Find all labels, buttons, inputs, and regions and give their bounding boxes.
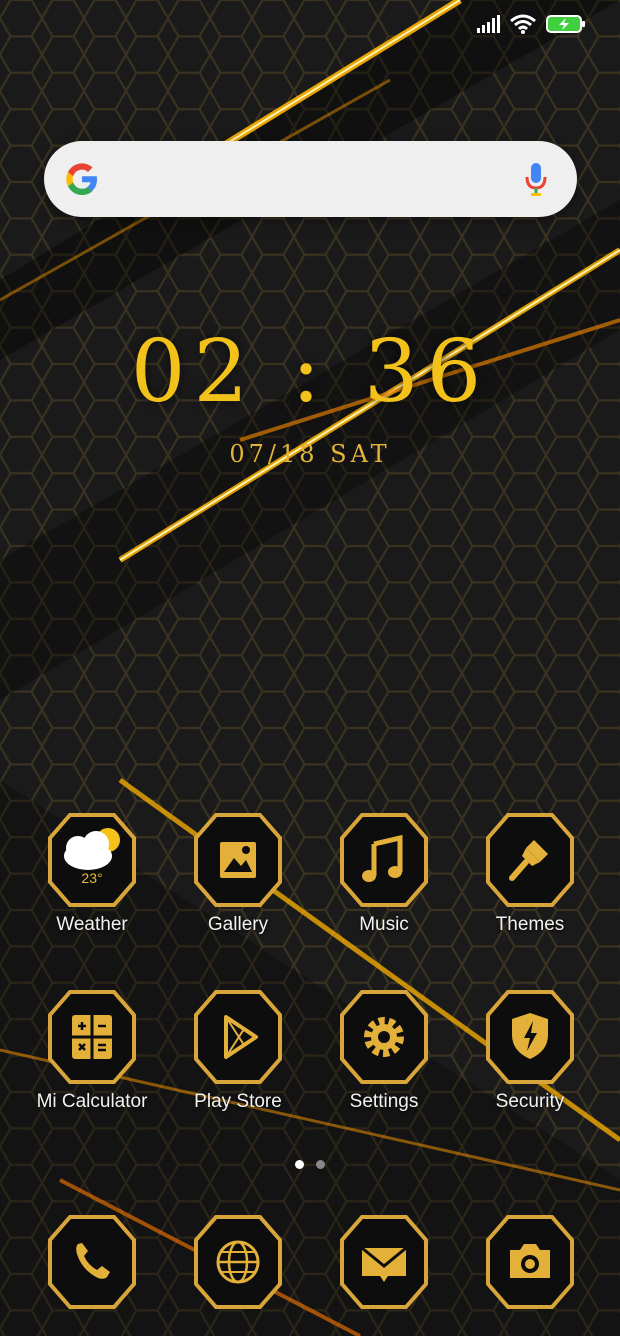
app-label: Music xyxy=(359,914,409,935)
app-label: Settings xyxy=(349,1091,419,1112)
app-gallery[interactable]: Gallery xyxy=(178,812,298,936)
wifi-icon xyxy=(510,14,536,39)
dock-browser[interactable] xyxy=(178,1214,298,1310)
app-music[interactable]: Music xyxy=(324,812,444,936)
page-indicator[interactable] xyxy=(0,1160,620,1169)
phone-icon xyxy=(48,1215,136,1309)
app-label: Weather xyxy=(56,914,128,935)
app-settings[interactable]: Settings xyxy=(324,989,444,1113)
camera-icon xyxy=(486,1215,574,1309)
app-weather[interactable]: 23° Weather xyxy=(32,812,152,936)
google-logo-icon xyxy=(66,163,97,195)
app-label: Mi Calculator xyxy=(36,1091,148,1112)
gear-icon xyxy=(340,990,428,1084)
microphone-icon[interactable] xyxy=(525,161,547,197)
app-play-store[interactable]: Play Store xyxy=(178,989,298,1113)
page-dot[interactable] xyxy=(316,1160,325,1169)
page-dot-active[interactable] xyxy=(295,1160,304,1169)
calculator-icon xyxy=(48,990,136,1084)
app-label: Themes xyxy=(495,914,565,935)
dock-phone[interactable] xyxy=(32,1214,152,1310)
dock-camera[interactable] xyxy=(470,1214,590,1310)
shield-bolt-icon xyxy=(486,990,574,1084)
clock-date[interactable]: 07/18 SAT xyxy=(0,440,620,468)
paintbrush-icon xyxy=(486,813,574,907)
app-mi-calculator[interactable]: Mi Calculator xyxy=(32,989,152,1113)
mail-icon xyxy=(340,1215,428,1309)
app-label: Gallery xyxy=(207,914,269,935)
signal-icon xyxy=(476,15,500,38)
app-label: Play Store xyxy=(194,1091,282,1112)
battery-charging-icon xyxy=(546,14,586,39)
image-icon xyxy=(194,813,282,907)
clock-time[interactable]: 02 : 36 xyxy=(0,322,620,422)
google-search-bar[interactable] xyxy=(44,141,577,217)
app-label: Security xyxy=(495,1091,565,1112)
dock-messages[interactable] xyxy=(324,1214,444,1310)
app-security[interactable]: Security xyxy=(470,989,590,1113)
app-themes[interactable]: Themes xyxy=(470,812,590,936)
status-bar xyxy=(476,14,586,39)
play-icon xyxy=(194,990,282,1084)
weather-temperature: 23° xyxy=(81,870,103,886)
music-note-icon xyxy=(340,813,428,907)
browser-globe-icon xyxy=(194,1215,282,1309)
weather-cloud-sun-icon xyxy=(48,813,136,907)
